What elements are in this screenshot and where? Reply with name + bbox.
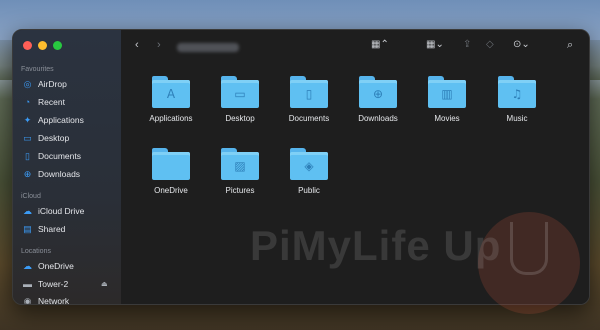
sidebar-item-network[interactable]: ◉ Network (23, 293, 70, 305)
grid-icon[interactable]: ▦⌃ (371, 39, 389, 50)
sidebar-item-label: Network (38, 296, 70, 305)
folder-path-title (177, 43, 239, 52)
eject-icon[interactable]: ⏏ (101, 280, 108, 288)
cloud-icon: ☁ (23, 260, 32, 271)
sidebar-item-applications[interactable]: ✦ Applications (23, 112, 84, 128)
music-icon: ♫ (511, 87, 523, 101)
folder-applications[interactable]: A Applications (131, 76, 211, 136)
sidebar-item-recent[interactable]: ◔ Recent (23, 94, 65, 110)
sidebar-item-onedrive[interactable]: ☁ OneDrive (23, 258, 74, 274)
folder-label: Desktop (225, 114, 255, 123)
sidebar-item-desktop[interactable]: ▭ Desktop (23, 130, 69, 146)
folder-desktop[interactable]: ▭ Desktop (200, 76, 280, 136)
folder-label: Movies (434, 114, 460, 123)
sidebar: Favourites ◎ AirDrop ◔ Recent ✦ Applicat… (13, 30, 121, 304)
cloud-icon: ☁ (23, 205, 32, 216)
sidebar-item-documents[interactable]: ▯ Documents (23, 148, 81, 164)
clock-icon: ◔ (24, 96, 31, 107)
folder-label: Public (298, 186, 320, 195)
folder-label: Downloads (358, 114, 398, 123)
sidebar-item-icloud-drive[interactable]: ☁ iCloud Drive (23, 203, 84, 219)
airdrop-icon: ◎ (23, 78, 32, 89)
folder-label: Applications (149, 114, 193, 123)
applications-icon: ✦ (23, 114, 32, 125)
maximize-window-button[interactable] (53, 41, 62, 50)
ellipsis-icon[interactable]: ⊙⌄ (513, 39, 530, 50)
sidebar-item-label: AirDrop (38, 79, 67, 89)
sidebar-item-shared[interactable]: ▤ Shared (23, 221, 65, 237)
close-window-button[interactable] (23, 41, 32, 50)
film-icon: ▥ (441, 87, 453, 101)
drive-icon: ▬ (23, 278, 32, 289)
favourites-heading: Favourites (21, 66, 54, 73)
locations-heading: Locations (21, 248, 51, 255)
chevron-left-icon[interactable]: ‹ (135, 39, 139, 51)
sidebar-item-label: Tower-2 (38, 279, 69, 289)
download-icon: ⊕ (23, 168, 32, 179)
document-icon: ▯ (25, 150, 30, 161)
folder-movies[interactable]: ▥ Movies (407, 76, 487, 136)
icloud-heading: iCloud (21, 193, 41, 200)
tag-icon[interactable]: ◇ (486, 39, 494, 50)
sidebar-item-tower-2[interactable]: ▬ Tower-2 ⏏ (23, 276, 108, 292)
download-icon: ⊕ (372, 87, 384, 101)
chevron-right-icon[interactable]: › (157, 39, 161, 51)
sidebar-item-label: Applications (38, 115, 84, 125)
share-icon[interactable]: ⇪ (463, 39, 471, 50)
sidebar-item-downloads[interactable]: ⊕ Downloads (23, 166, 80, 182)
window-controls (23, 41, 62, 50)
sidebar-item-label: Downloads (38, 169, 81, 179)
folder-downloads[interactable]: ⊕ Downloads (338, 76, 418, 136)
sidebar-item-label: OneDrive (38, 261, 74, 271)
sidebar-item-label: iCloud Drive (38, 206, 85, 216)
sidebar-item-label: Desktop (38, 133, 70, 143)
shared-folder-icon: ▤ (23, 223, 32, 234)
watermark-logo-arrow (510, 222, 548, 275)
desktop-icon: ▭ (23, 132, 32, 143)
minimize-window-button[interactable] (38, 41, 47, 50)
globe-icon: ◉ (23, 295, 32, 305)
folder-documents[interactable]: ▯ Documents (269, 76, 349, 136)
desktop-icon: ▭ (234, 87, 246, 101)
watermark-text: PiMyLife Up (250, 222, 502, 269)
sidebar-item-label: Recent (38, 97, 65, 107)
folder-label: Music (506, 114, 528, 123)
sidebar-item-label: Shared (38, 224, 66, 234)
folder-label: Documents (288, 114, 330, 123)
group-grid-icon[interactable]: ▦⌄ (426, 39, 444, 50)
search-icon[interactable]: ⌕ (567, 39, 573, 52)
folder-music[interactable]: ♫ Music (477, 76, 557, 136)
folder-label: Pictures (225, 186, 255, 195)
sidebar-item-airdrop[interactable]: ◎ AirDrop (23, 76, 67, 92)
picture-icon: ▨ (234, 159, 246, 173)
folder-pictures[interactable]: ▨ Pictures (200, 148, 280, 208)
folder-icon (152, 152, 190, 180)
folder-public[interactable]: ◈ Public (269, 148, 349, 208)
applications-icon: A (166, 87, 176, 101)
sidebar-item-label: Documents (38, 151, 81, 161)
folder-onedrive[interactable]: OneDrive (131, 148, 211, 208)
folder-label: OneDrive (154, 186, 188, 195)
public-icon: ◈ (304, 159, 314, 173)
toolbar: ‹ › ▦⌃ ▦⌄ ⇪ ◇ ⊙⌄ ⌕ (121, 30, 589, 62)
document-icon: ▯ (305, 87, 313, 101)
